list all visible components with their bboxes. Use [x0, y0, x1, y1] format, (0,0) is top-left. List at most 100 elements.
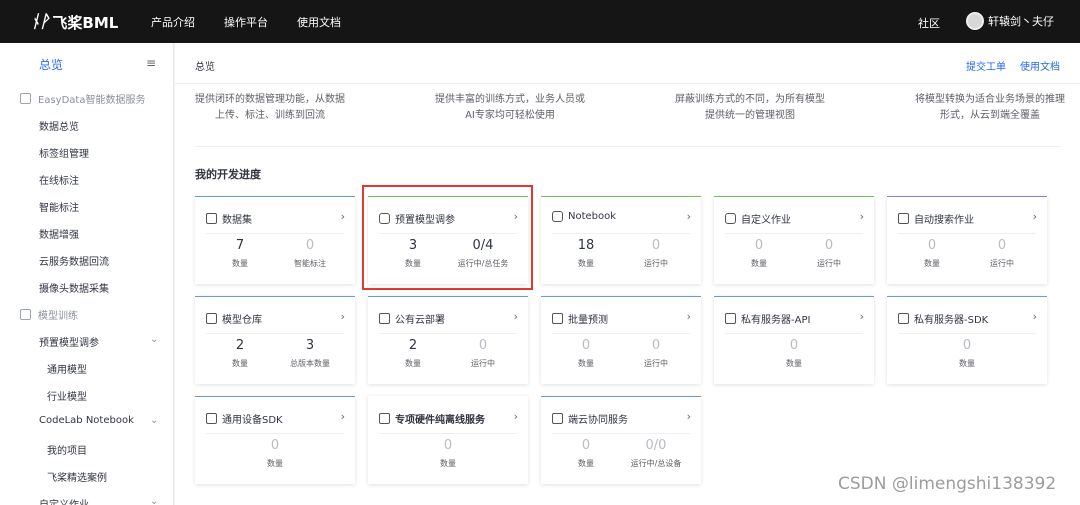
card-title: 数据集	[222, 215, 252, 226]
chevron-right-icon[interactable]: ›	[687, 310, 691, 323]
nav-platform[interactable]: 操作平台	[224, 14, 268, 30]
stat-value: 0	[305, 238, 315, 253]
sidebar-item-camera-collect[interactable]: 摄像头数据采集	[39, 280, 109, 295]
deploy-icon	[725, 313, 736, 324]
main-content: 总览 提交工单 使用文档 提供闭环的数据管理功能，从数据 上传、标注、训练到回流…	[175, 43, 1080, 505]
feature-desc: 将模型转换为适合业务场景的推理 形式，从云到端全覆盖	[915, 94, 1065, 121]
chevron-right-icon[interactable]: ›	[1033, 210, 1037, 223]
card-custom-job[interactable]: 自定义作业 › 0 数量 0 运行中	[714, 196, 874, 284]
card-title: 私有服务器-SDK	[914, 315, 989, 326]
deploy-icon	[552, 313, 563, 324]
stat-value: 0	[651, 338, 661, 353]
stat-value: 0	[789, 338, 799, 353]
stat-label: 数量	[267, 459, 283, 468]
stat-label: 数量	[578, 259, 594, 268]
deploy-icon	[379, 313, 390, 324]
community-link[interactable]: 社区	[918, 15, 940, 31]
stat-label: 总版本数量	[290, 359, 330, 368]
chevron-right-icon[interactable]: ›	[1033, 310, 1037, 323]
stat-value: 2	[408, 338, 418, 353]
stat-value: 7	[235, 238, 245, 253]
card-auto-search[interactable]: 自动搜索作业 › 0 数量 0 运行中	[887, 196, 1047, 284]
stat-value: 0	[581, 338, 591, 353]
card-title: 端云协同服务	[568, 415, 628, 426]
breadcrumb: 总览	[195, 62, 215, 73]
logo-text: 飞桨BML	[52, 13, 119, 32]
chevron-right-icon[interactable]: ›	[514, 410, 518, 423]
sidebar-group-training[interactable]: 模型训练	[20, 307, 78, 322]
user-menu[interactable]: 轩辕剑丶夫仔	[966, 12, 1054, 30]
cube-icon	[725, 213, 736, 224]
stat-label: 运行中	[990, 259, 1014, 268]
card-dataset[interactable]: 数据集 › 7 数量 0 智能标注	[195, 196, 355, 284]
sidebar-item-data-aug[interactable]: 数据增强	[39, 226, 79, 241]
section-title: 我的开发进度	[195, 168, 261, 181]
stat-label: 数量	[232, 359, 248, 368]
chevron-down-icon[interactable]: ⌄	[150, 415, 158, 426]
sidebar-item-paddle-cases[interactable]: 飞桨精选案例	[47, 469, 107, 484]
highlight-box	[362, 185, 533, 290]
sidebar-group-label: EasyData智能数据服务	[38, 95, 146, 106]
logo[interactable]: ᚾᚹ 飞桨BML	[30, 11, 118, 33]
sidebar-item-codelab[interactable]: CodeLab Notebook	[39, 415, 134, 426]
sidebar-item-cloud-return[interactable]: 云服务数据回流	[39, 253, 109, 268]
chevron-right-icon[interactable]: ›	[341, 310, 345, 323]
chevron-right-icon[interactable]: ›	[341, 410, 345, 423]
chevron-right-icon[interactable]: ›	[687, 210, 691, 223]
chevron-right-icon[interactable]: ›	[860, 310, 864, 323]
card-model-repo[interactable]: 模型仓库 › 2 数量 3 总版本数量	[195, 296, 355, 384]
card-private-api[interactable]: 私有服务器-API › 0 数量	[714, 296, 874, 384]
sidebar-item-custom-job[interactable]: 自定义作业	[39, 496, 89, 505]
card-public-cloud[interactable]: 公有云部署 › 2 数量 0 运行中	[368, 296, 528, 384]
feature-desc: 屏蔽训练方式的不同，为所有模型 提供统一的管理视图	[675, 94, 825, 121]
chevron-right-icon[interactable]: ›	[687, 410, 691, 423]
sidebar-item-smart-label[interactable]: 智能标注	[39, 199, 79, 214]
stat-label: 数量	[751, 259, 767, 268]
card-edge-cloud[interactable]: 端云协同服务 › 0 数量 0/0 运行中/总设备	[541, 396, 701, 484]
feature-desc: 提供丰富的训练方式，业务人员或 AI专家均可轻松使用	[435, 94, 585, 121]
deploy-icon	[898, 313, 909, 324]
nav-docs[interactable]: 使用文档	[297, 14, 341, 30]
sidebar-item-industry-model[interactable]: 行业模型	[47, 388, 87, 403]
card-title: Notebook	[568, 211, 617, 222]
cube-icon	[20, 309, 31, 320]
card-offline-hardware[interactable]: 专项硬件纯离线服务 › 0 数量	[368, 396, 528, 484]
stat-value: 2	[235, 338, 245, 353]
stat-value: 0	[651, 238, 661, 253]
chevron-down-icon[interactable]: ⌄	[150, 496, 158, 505]
building-icon	[898, 213, 909, 224]
sidebar-item-online-label[interactable]: 在线标注	[39, 172, 79, 187]
card-notebook[interactable]: Notebook › 18 数量 0 运行中	[541, 196, 701, 284]
docs-link[interactable]: 使用文档	[1020, 58, 1060, 73]
card-private-sdk[interactable]: 私有服务器-SDK › 0 数量	[887, 296, 1047, 384]
watermark: CSDN @limengshi138392	[838, 474, 1057, 494]
divider	[175, 83, 1080, 84]
stat-value: 0	[443, 438, 453, 453]
sidebar-group-easydata[interactable]: EasyData智能数据服务	[20, 91, 145, 106]
cube-icon	[552, 211, 563, 222]
sidebar-item-preset-tune[interactable]: 预置模型调参	[39, 334, 99, 349]
chevron-down-icon[interactable]: ⌄	[150, 334, 158, 345]
sidebar: 总览 ≡ EasyData智能数据服务 数据总览 标签组管理 在线标注 智能标注…	[0, 43, 174, 505]
sidebar-group-label: 模型训练	[38, 311, 78, 322]
sidebar-item-label-group[interactable]: 标签组管理	[39, 145, 89, 160]
stat-value: 0	[997, 238, 1007, 253]
stat-value: 0	[270, 438, 280, 453]
chevron-right-icon[interactable]: ›	[341, 210, 345, 223]
sidebar-item-data-overview[interactable]: 数据总览	[39, 118, 79, 133]
sidebar-item-general-model[interactable]: 通用模型	[47, 361, 87, 376]
sidebar-title[interactable]: 总览	[39, 56, 63, 73]
deploy-icon	[206, 313, 217, 324]
nav-product-intro[interactable]: 产品介绍	[151, 14, 195, 30]
chevron-right-icon[interactable]: ›	[860, 210, 864, 223]
deploy-icon	[552, 413, 563, 424]
card-batch-predict[interactable]: 批量预测 › 0 数量 0 运行中	[541, 296, 701, 384]
collapse-sidebar-icon[interactable]: ≡	[146, 56, 156, 70]
card-title: 私有服务器-API	[741, 315, 811, 326]
sidebar-item-my-projects[interactable]: 我的项目	[47, 442, 87, 457]
stat-value: 0	[927, 238, 937, 253]
card-title: 批量预测	[568, 315, 608, 326]
chevron-right-icon[interactable]: ›	[514, 310, 518, 323]
submit-ticket-link[interactable]: 提交工单	[966, 58, 1006, 73]
card-device-sdk[interactable]: 通用设备SDK › 0 数量	[195, 396, 355, 484]
